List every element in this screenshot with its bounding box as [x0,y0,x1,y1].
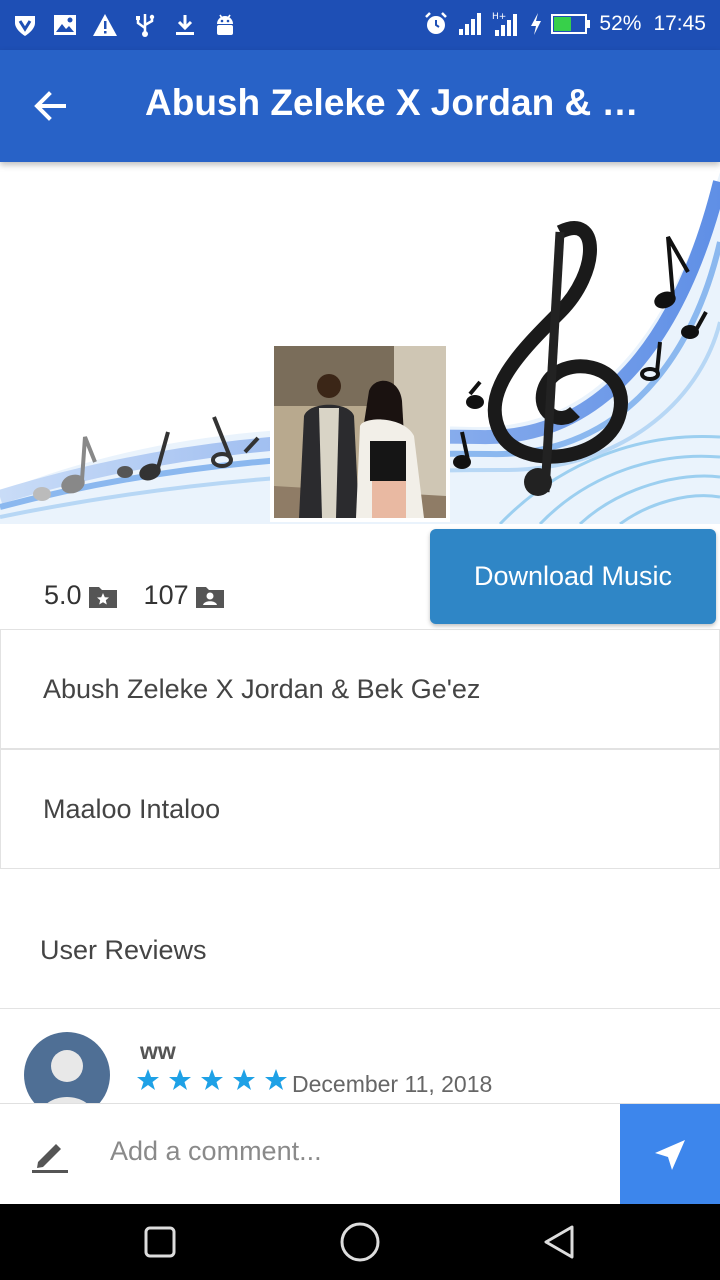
song-row: Maaloo Intaloo [0,749,720,869]
star-icon [233,1069,255,1090]
folder-user-icon [195,586,224,608]
rating-value: 5.0 [44,580,82,610]
app-bar: Abush Zeleke X Jordan & Bek Ge'ez [0,50,720,162]
system-nav-bar [0,1204,720,1280]
back-button[interactable] [22,78,78,134]
artist-name: Abush Zeleke X Jordan & Bek Ge'ez [43,673,481,704]
stats-row: 5.0 107 [44,580,225,611]
comment-input[interactable] [110,1136,590,1167]
back-triangle-icon[interactable] [540,1222,580,1262]
send-comment-button[interactable] [620,1104,720,1205]
download-icon [176,15,194,35]
review-rating [136,1068,288,1092]
artist-row: Abush Zeleke X Jordan & Bek Ge'ez [0,629,720,749]
android-icon [217,14,233,35]
star-icon [169,1069,191,1090]
download-music-button[interactable]: Download Music [430,529,716,624]
review-date: December 11, 2018 [292,1071,493,1097]
charging-icon [531,13,542,35]
signal-h-plus-icon: H+ [492,12,518,36]
album-cover-image [270,342,450,522]
star-icon [265,1069,287,1090]
clock: 17:45 [653,12,706,35]
image-icon [54,15,76,35]
star-icon [201,1069,223,1090]
alarm-icon [425,12,448,34]
shield-icon [15,16,35,36]
folder-star-icon [88,586,117,608]
warning-icon [93,14,117,36]
reviews-divider [0,1008,720,1009]
recents-square-icon[interactable] [140,1222,180,1262]
review-user-name: ww [140,1038,176,1064]
battery-icon [551,14,591,34]
send-icon [655,1139,685,1170]
pencil-icon [32,1144,68,1173]
song-title: Maaloo Intaloo [43,793,221,824]
svg-text:H+: H+ [492,12,506,22]
battery-percent: 52% [599,12,642,35]
page-title: Abush Zeleke X Jordan & Bek Ge'ez [145,82,665,123]
arrow-back-icon [34,91,66,121]
signal-icon [459,13,482,35]
star-icon [137,1069,159,1090]
artists-photo [274,346,446,518]
usb-icon [136,14,155,37]
home-circle-icon[interactable] [338,1220,382,1264]
reviews-heading: User Reviews [40,935,207,965]
status-bar: H+ 52% 17:45 [0,0,720,50]
comment-bar [0,1103,720,1205]
download-count: 107 [143,580,189,610]
